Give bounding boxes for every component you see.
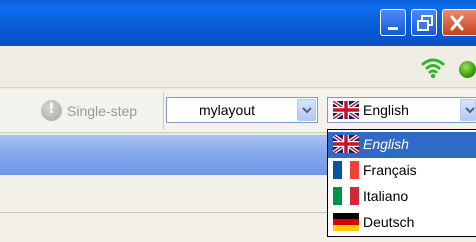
language-option-label: English: [363, 136, 409, 152]
chevron-down-icon: [302, 107, 312, 114]
wifi-signal-icon: [421, 58, 445, 79]
close-button[interactable]: [442, 9, 476, 36]
layout-dropdown-button[interactable]: [297, 99, 316, 121]
single-step-button[interactable]: Single-step: [41, 100, 137, 121]
language-option-italian[interactable]: Italiano: [328, 184, 476, 210]
restore-icon: [417, 15, 433, 31]
minimize-icon: [388, 27, 398, 30]
language-option-german[interactable]: Deutsch: [328, 210, 476, 236]
germany-flag-icon: [333, 213, 359, 231]
single-step-label: Single-step: [67, 102, 138, 119]
language-select-value: English: [363, 102, 409, 118]
uk-flag-icon: [333, 101, 359, 119]
language-option-french[interactable]: Français: [328, 158, 476, 184]
title-bar: [0, 0, 476, 46]
language-dropdown-button[interactable]: [460, 99, 476, 121]
france-flag-icon: [333, 161, 359, 179]
language-option-label: Italiano: [363, 188, 409, 204]
language-option-english[interactable]: English: [328, 132, 476, 158]
language-dropdown-list[interactable]: English Français Italiano Deutsch: [327, 129, 476, 237]
status-led-icon: [459, 61, 476, 78]
toolbar-separator: [163, 92, 164, 130]
minimize-button[interactable]: [380, 9, 406, 36]
layout-select-value: mylayout: [199, 102, 256, 118]
chevron-down-icon: [465, 107, 475, 114]
language-select[interactable]: English: [327, 97, 476, 123]
language-option-label: Deutsch: [363, 214, 415, 230]
single-step-icon: [41, 100, 62, 121]
close-icon: [450, 15, 464, 31]
restore-button[interactable]: [411, 9, 437, 36]
language-option-label: Français: [363, 162, 417, 178]
layout-select[interactable]: mylayout: [166, 97, 318, 123]
status-row: [0, 46, 476, 88]
uk-flag-icon: [333, 135, 359, 153]
italy-flag-icon: [333, 187, 359, 205]
